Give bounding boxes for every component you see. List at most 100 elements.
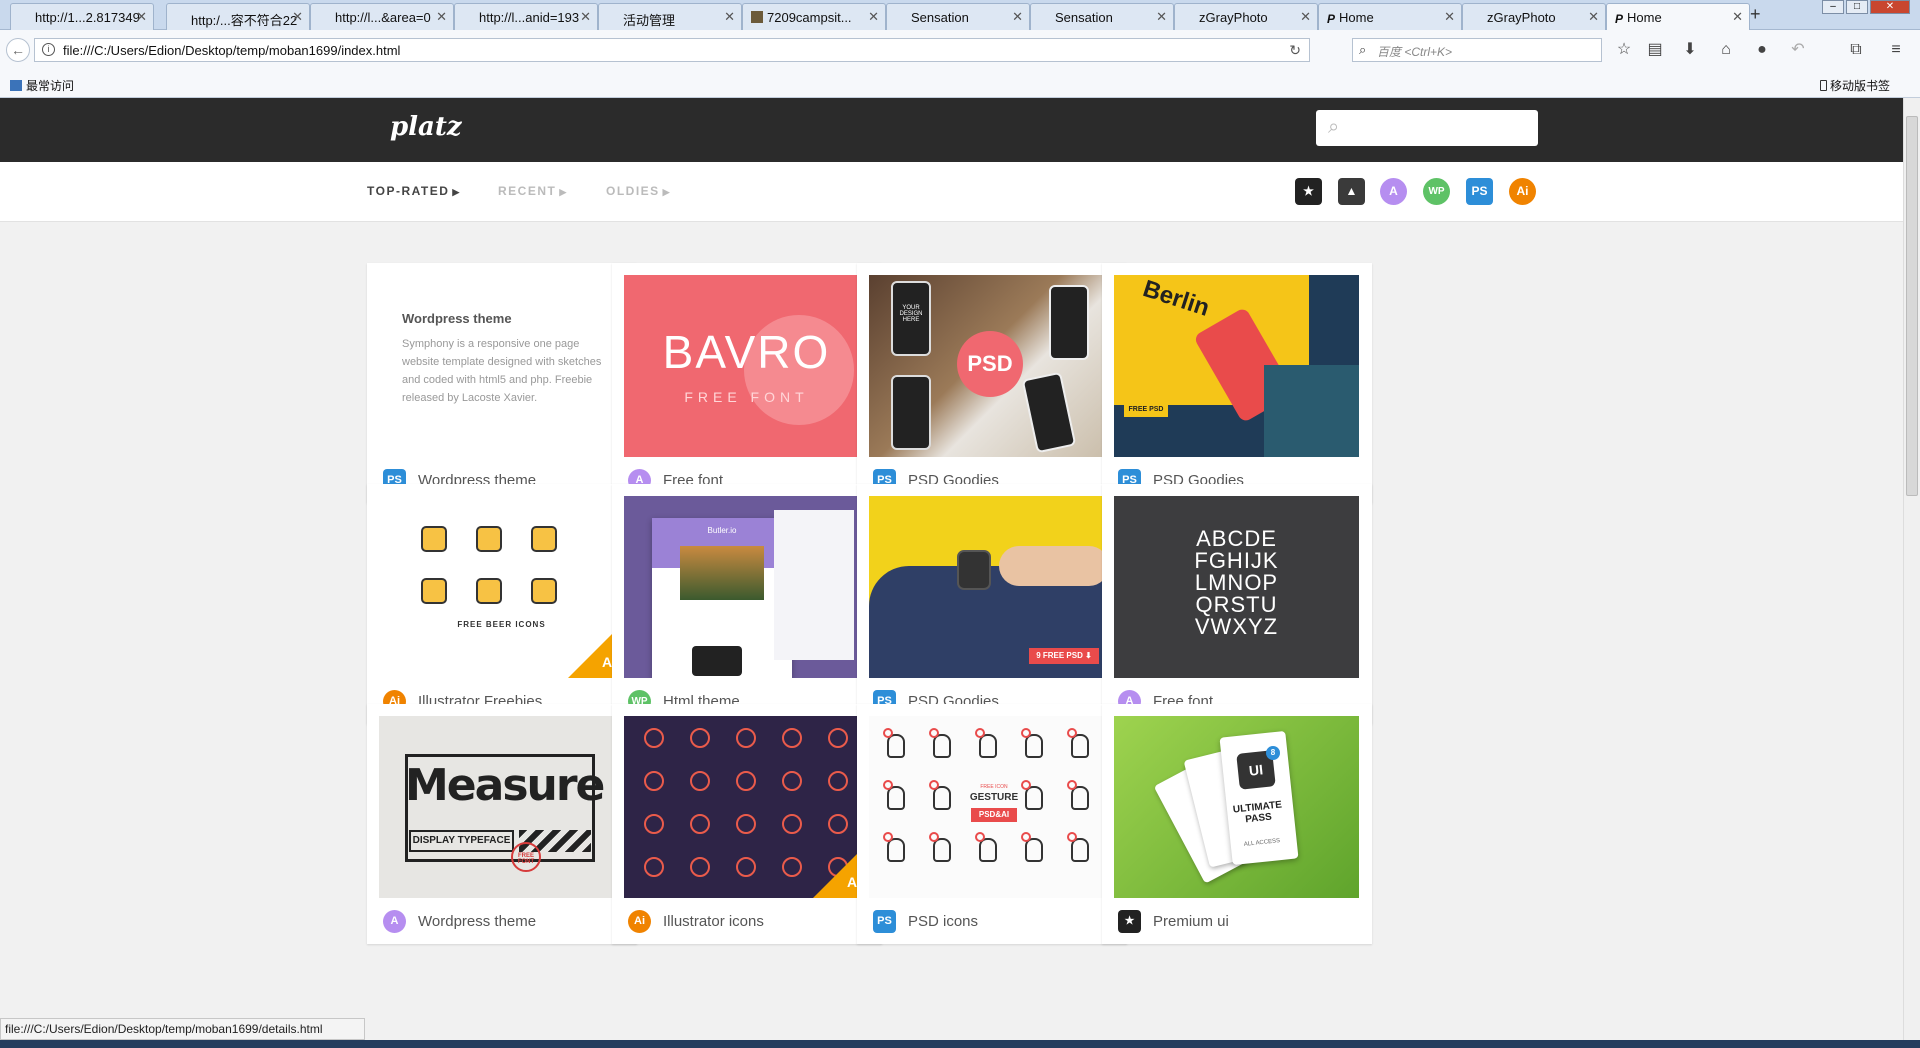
category-illustrator-icon[interactable]: Ai <box>1509 178 1536 205</box>
item-card[interactable]: PSD YOUR DESIGN HERE PS PSD Goodies <box>857 263 1127 503</box>
mobile-bookmarks[interactable]: 移动版书签 <box>1819 77 1890 94</box>
close-tab-icon[interactable]: ✕ <box>1444 9 1455 25</box>
site-header: platz ⌕ <box>0 98 1903 162</box>
bookmark-most-visited[interactable]: 最常访问 <box>10 77 74 94</box>
card-thumbnail[interactable]: Ai <box>624 716 869 898</box>
card-thumbnail[interactable]: PSD YOUR DESIGN HERE <box>869 275 1114 457</box>
filter-recent[interactable]: RECENT ▶ <box>498 184 568 198</box>
item-card[interactable]: Wordpress theme Symphony is a responsive … <box>367 263 637 503</box>
browser-tab[interactable]: Sensation ✕ <box>886 3 1030 30</box>
category-badge-icon[interactable]: ★ <box>1118 910 1141 933</box>
browser-tab[interactable]: zGrayPhoto ✕ <box>1174 3 1318 30</box>
space-icon <box>690 814 710 834</box>
card-thumbnail[interactable]: Measure DISPLAY TYPEFACE FREE FONT <box>379 716 624 898</box>
crop-icon[interactable]: ⧉ <box>1846 40 1866 60</box>
card-thumbnail[interactable]: FREE ICON GESTURE PSD&AI <box>869 716 1114 898</box>
site-search-input[interactable]: ⌕ <box>1316 110 1538 146</box>
close-tab-icon[interactable]: ✕ <box>1156 9 1167 25</box>
home-icon[interactable]: ⌂ <box>1716 40 1736 60</box>
reload-icon[interactable]: ↻ <box>1289 42 1301 59</box>
item-card[interactable]: Berlin FREE PSD PS PSD Goodies <box>1102 263 1372 503</box>
bookmark-star-icon[interactable]: ☆ <box>1614 40 1634 60</box>
category-badge-icon[interactable]: Ai <box>628 910 651 933</box>
back-button[interactable]: ← <box>6 38 30 62</box>
card-thumbnail[interactable]: FREE BEER ICONS Ai <box>379 496 624 678</box>
card-thumbnail[interactable]: Berlin FREE PSD <box>1114 275 1359 457</box>
browser-tab[interactable]: http:/...容不符合22 ✕ <box>166 3 310 30</box>
new-tab-button[interactable]: + <box>1750 4 1761 25</box>
category-premium-icon[interactable]: ★ <box>1295 178 1322 205</box>
card-label[interactable]: Illustrator icons <box>663 913 764 930</box>
tab-favicon-icon <box>463 11 475 23</box>
maximize-button[interactable]: □ <box>1846 0 1868 14</box>
browser-tab[interactable]: P Home ✕ <box>1606 3 1750 31</box>
info-icon[interactable]: i <box>42 43 55 56</box>
url-text: file:///C:/Users/Edion/Desktop/temp/moba… <box>63 43 401 58</box>
close-tab-icon[interactable]: ✕ <box>436 9 447 25</box>
close-tab-icon[interactable]: ✕ <box>580 9 591 25</box>
card-label[interactable]: PSD icons <box>908 913 978 930</box>
card-thumbnail[interactable]: ABCDE FGHIJK LMNOP QRSTU VWXYZ <box>1114 496 1359 678</box>
card-label[interactable]: Premium ui <box>1153 913 1229 930</box>
minimize-button[interactable]: – <box>1822 0 1844 14</box>
item-card[interactable]: Butler.io WP Html theme <box>612 484 882 724</box>
browser-tab[interactable]: P Home ✕ <box>1318 3 1462 30</box>
phone-shape <box>1049 285 1089 360</box>
tab-label: http://l...anid=193 <box>479 10 580 25</box>
browser-tab[interactable]: Sensation ✕ <box>1030 3 1174 30</box>
category-badge-icon[interactable]: PS <box>873 910 896 933</box>
category-badge-icon[interactable]: A <box>383 910 406 933</box>
item-card[interactable]: BAVRO FREE FONT A Free font <box>612 263 882 503</box>
tab-label: zGrayPhoto <box>1199 10 1268 25</box>
card-thumbnail[interactable]: UI 8 ULTIMATE PASS ALL ACCESS <box>1114 716 1359 898</box>
item-card[interactable]: ABCDE FGHIJK LMNOP QRSTU VWXYZ A Free font <box>1102 484 1372 724</box>
gesture-accent <box>883 728 893 738</box>
item-card[interactable]: Ai Ai Illustrator icons <box>612 704 882 944</box>
browser-tab[interactable]: http://1...2.817349 ✕ <box>10 3 154 30</box>
category-photo-icon[interactable]: ▲ <box>1338 178 1365 205</box>
category-font-icon[interactable]: A <box>1380 178 1407 205</box>
undo-icon[interactable]: ↶ <box>1788 40 1808 60</box>
scrollbar-thumb[interactable] <box>1906 116 1918 496</box>
search-input[interactable]: ⌕ 百度 <Ctrl+K> <box>1352 38 1602 62</box>
menu-icon[interactable]: ≡ <box>1886 40 1906 60</box>
browser-tab[interactable]: 活动管理 ✕ <box>598 3 742 30</box>
close-tab-icon[interactable]: ✕ <box>724 9 735 25</box>
reading-list-icon[interactable]: ▤ <box>1645 40 1665 60</box>
card-title: Wordpress theme <box>402 311 512 326</box>
category-wordpress-icon[interactable]: WP <box>1423 178 1450 205</box>
card-thumbnail[interactable]: Butler.io <box>624 496 869 678</box>
browser-tab[interactable]: http://l...anid=193 ✕ <box>454 3 598 30</box>
close-tab-icon[interactable]: ✕ <box>1588 9 1599 25</box>
bookmarks-bar: 最常访问 移动版书签 <box>0 70 1920 98</box>
close-window-button[interactable]: ✕ <box>1870 0 1910 14</box>
card-label[interactable]: Wordpress theme <box>418 913 536 930</box>
card-thumbnail[interactable]: BAVRO FREE FONT <box>624 275 869 457</box>
close-tab-icon[interactable]: ✕ <box>1012 9 1023 25</box>
browser-tab[interactable]: 7209campsit... ✕ <box>742 3 886 30</box>
close-tab-icon[interactable]: ✕ <box>1732 9 1743 25</box>
filter-top-rated[interactable]: TOP-RATED ▶ <box>367 184 461 198</box>
chat-icon[interactable]: ● <box>1752 40 1772 60</box>
site-logo[interactable]: platz <box>390 112 462 142</box>
page-scrollbar[interactable] <box>1903 98 1920 1040</box>
close-tab-icon[interactable]: ✕ <box>868 9 879 25</box>
item-card[interactable]: 9 FREE PSD ⬇ PS PSD Goodies <box>857 484 1127 724</box>
category-photoshop-icon[interactable]: PS <box>1466 178 1493 205</box>
item-card[interactable]: Measure DISPLAY TYPEFACE FREE FONT A Wordpre… <box>367 704 637 944</box>
download-icon[interactable]: ⬇ <box>1680 40 1700 60</box>
close-tab-icon[interactable]: ✕ <box>292 9 303 25</box>
card-thumbnail[interactable]: 9 FREE PSD ⬇ <box>869 496 1114 678</box>
item-card[interactable]: FREE BEER ICONS Ai Ai Illustrator Freebies <box>367 484 637 724</box>
browser-tab[interactable]: http://l...&area=0 ✕ <box>310 3 454 30</box>
item-card[interactable]: UI 8 ULTIMATE PASS ALL ACCESS ★ Premium ui <box>1102 704 1372 944</box>
close-tab-icon[interactable]: ✕ <box>136 9 147 25</box>
close-tab-icon[interactable]: ✕ <box>1300 9 1311 25</box>
browser-tab[interactable]: zGrayPhoto ✕ <box>1462 3 1606 30</box>
page-viewport: platz ⌕ TOP-RATED ▶ RECENT ▶ OLDIES ▶ ★ ▲ A… <box>0 98 1903 1040</box>
filter-oldies[interactable]: OLDIES ▶ <box>606 184 671 198</box>
space-icon <box>828 728 848 748</box>
item-card[interactable]: FREE ICON GESTURE PSD&AI PS PSD icons <box>857 704 1127 944</box>
gesture-accent <box>1067 832 1077 842</box>
address-bar[interactable]: i file:///C:/Users/Edion/Desktop/temp/mo… <box>34 38 1310 62</box>
